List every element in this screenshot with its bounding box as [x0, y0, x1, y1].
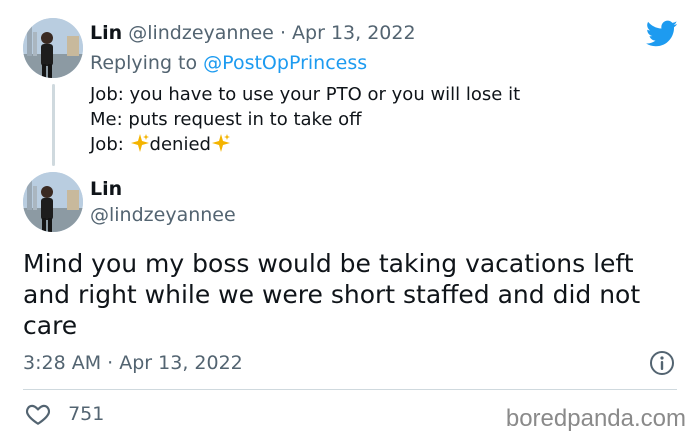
sparkles-icon — [130, 134, 149, 152]
tweet-date-link[interactable]: Apr 13, 2022 — [292, 22, 416, 44]
watermark: boredpanda.com — [505, 405, 686, 432]
like-count: 751 — [68, 403, 105, 425]
twitter-bird-icon[interactable] — [646, 20, 678, 48]
job-label: Job: — [90, 134, 124, 155]
tweet2-text: Mind you my boss would be taking vacatio… — [23, 249, 641, 340]
user-handle[interactable]: @lindzeyannee — [128, 22, 274, 44]
sparkles-icon — [211, 134, 230, 152]
display-name[interactable]: Lin — [90, 176, 122, 202]
info-icon[interactable] — [649, 350, 675, 376]
avatar[interactable] — [23, 18, 83, 78]
avatar-photo — [23, 18, 83, 78]
thread-line — [52, 84, 55, 166]
tweet-time: 3:28 AM — [23, 352, 102, 374]
display-name[interactable]: Lin — [90, 22, 122, 44]
like-button[interactable]: 751 — [25, 401, 104, 429]
mention-link[interactable]: @PostOpPrincess — [203, 52, 367, 74]
tweet-line: Job: you have to use your PTO or you wil… — [90, 84, 521, 105]
replying-prefix: Replying to — [90, 52, 198, 74]
user-handle[interactable]: @lindzeyannee — [90, 202, 236, 228]
tweet-line: Me: puts request in to take off — [90, 109, 362, 130]
tweet1-header: Lin @lindzeyannee · Apr 13, 2022 — [90, 20, 416, 46]
tweet1-text: Job: you have to use your PTO or you wil… — [90, 82, 520, 157]
denied-word: denied — [149, 134, 211, 155]
replying-to: Replying to @PostOpPrincess — [90, 50, 367, 76]
heart-icon — [25, 404, 51, 425]
separator: · — [107, 352, 114, 374]
divider — [23, 389, 677, 390]
avatar-photo — [23, 172, 83, 232]
tweet-line: Job: denied — [90, 132, 520, 157]
separator: · — [279, 22, 286, 44]
tweet-date: Apr 13, 2022 — [119, 352, 243, 374]
avatar[interactable] — [23, 172, 83, 232]
tweet-timestamp[interactable]: 3:28 AM · Apr 13, 2022 — [23, 350, 243, 376]
